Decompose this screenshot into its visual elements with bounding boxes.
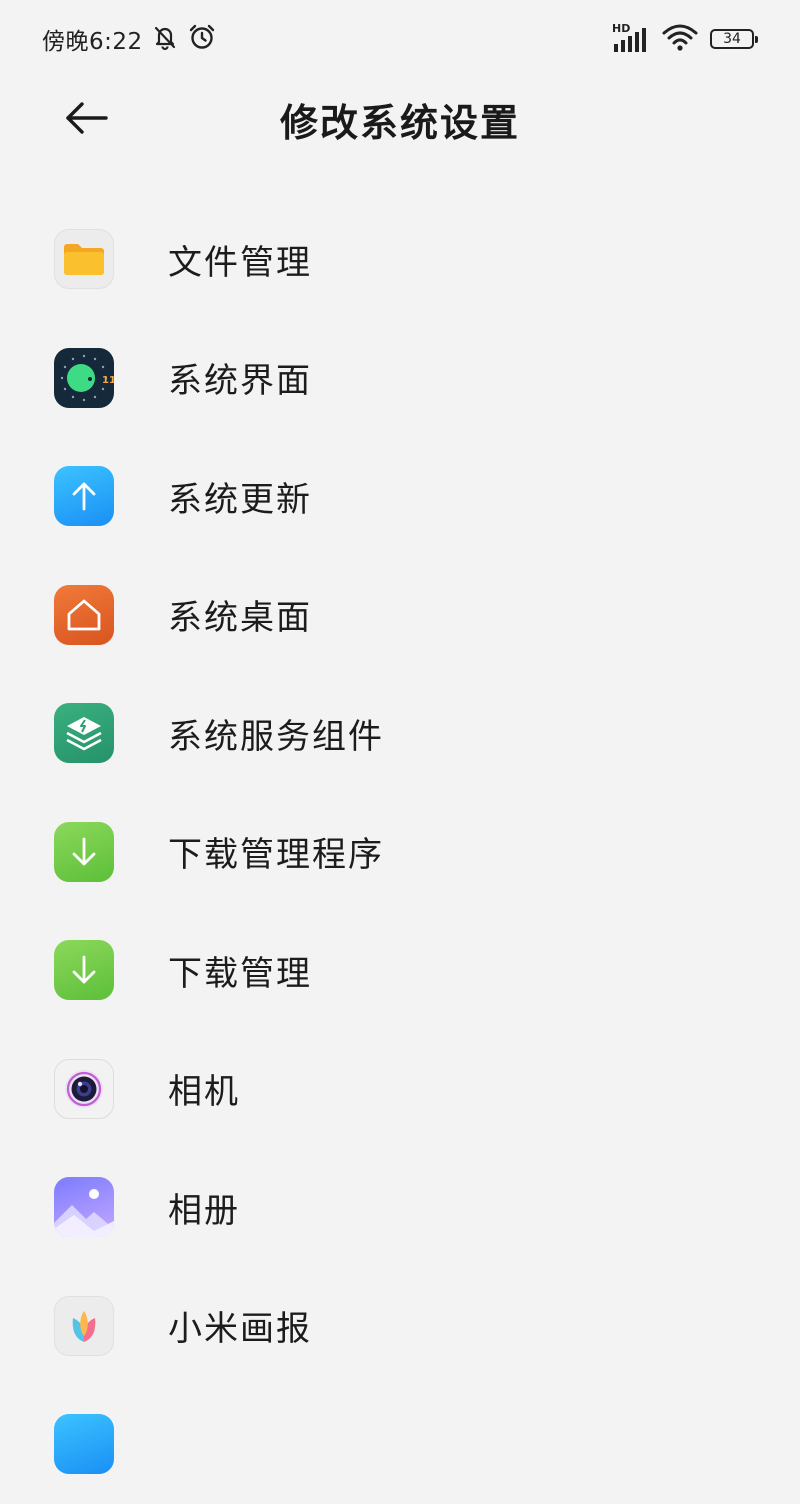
app-label: 系统服务组件 — [168, 716, 384, 757]
signal-icon: HD — [612, 23, 650, 53]
wifi-icon — [662, 23, 698, 55]
list-item-mi-wallpaper[interactable]: 小米画报 — [0, 1267, 800, 1386]
app-label: 相册 — [168, 1190, 240, 1231]
app-label: 小米画报 — [168, 1309, 312, 1350]
download-icon — [54, 821, 114, 882]
bell-off-icon — [151, 23, 179, 55]
status-left: 傍晚6:22 — [42, 22, 217, 56]
header: 修改系统设置 — [0, 78, 800, 162]
status-bar: 傍晚6:22 HD 34 — [0, 0, 800, 78]
list-item-camera[interactable]: 相机 — [0, 1030, 800, 1149]
app-label: 相机 — [168, 1072, 240, 1113]
camera-lens-icon — [54, 1058, 114, 1119]
list-item-gallery[interactable]: 相册 — [0, 1148, 800, 1267]
status-time: 傍晚6:22 — [42, 29, 143, 55]
battery-level: 34 — [723, 31, 741, 47]
page-title: 修改系统设置 — [279, 101, 520, 145]
list-item-system-ui[interactable]: 11 系统界面 — [0, 319, 800, 438]
app-label: 下载管理程序 — [168, 835, 384, 876]
download-icon — [54, 940, 114, 1001]
list-item-system-service[interactable]: 系统服务组件 — [0, 674, 800, 793]
layers-icon — [54, 703, 114, 764]
list-item-partial[interactable] — [0, 1385, 800, 1504]
alarm-icon — [187, 22, 217, 56]
app-label: 系统更新 — [168, 479, 312, 520]
app-label: 下载管理 — [168, 953, 312, 994]
list-item-download-manager[interactable]: 下载管理 — [0, 911, 800, 1030]
folder-icon — [54, 229, 114, 290]
battery-icon: 34 — [710, 29, 758, 49]
app-label: 文件管理 — [168, 242, 312, 283]
arrow-up-icon — [54, 466, 114, 527]
app-label: 系统界面 — [168, 361, 312, 402]
app-icon-partial — [54, 1414, 114, 1475]
svg-text:11: 11 — [102, 375, 114, 386]
list-item-download-manager-program[interactable]: 下载管理程序 — [0, 793, 800, 912]
app-label: 系统桌面 — [168, 598, 312, 639]
tulip-icon — [54, 1295, 114, 1356]
list-item-system-launcher[interactable]: 系统桌面 — [0, 556, 800, 675]
gallery-icon — [54, 1177, 114, 1238]
list-item-system-update[interactable]: 系统更新 — [0, 437, 800, 556]
status-right: HD 34 — [612, 22, 758, 56]
home-icon — [54, 584, 114, 645]
system-ui-icon: 11 — [54, 347, 114, 408]
list-item-file-manager[interactable]: 文件管理 — [0, 200, 800, 319]
app-list: 文件管理 11 系统界面 系统更新 系统桌面 系统服务组件 下载管理程序 下载管… — [0, 200, 800, 1504]
